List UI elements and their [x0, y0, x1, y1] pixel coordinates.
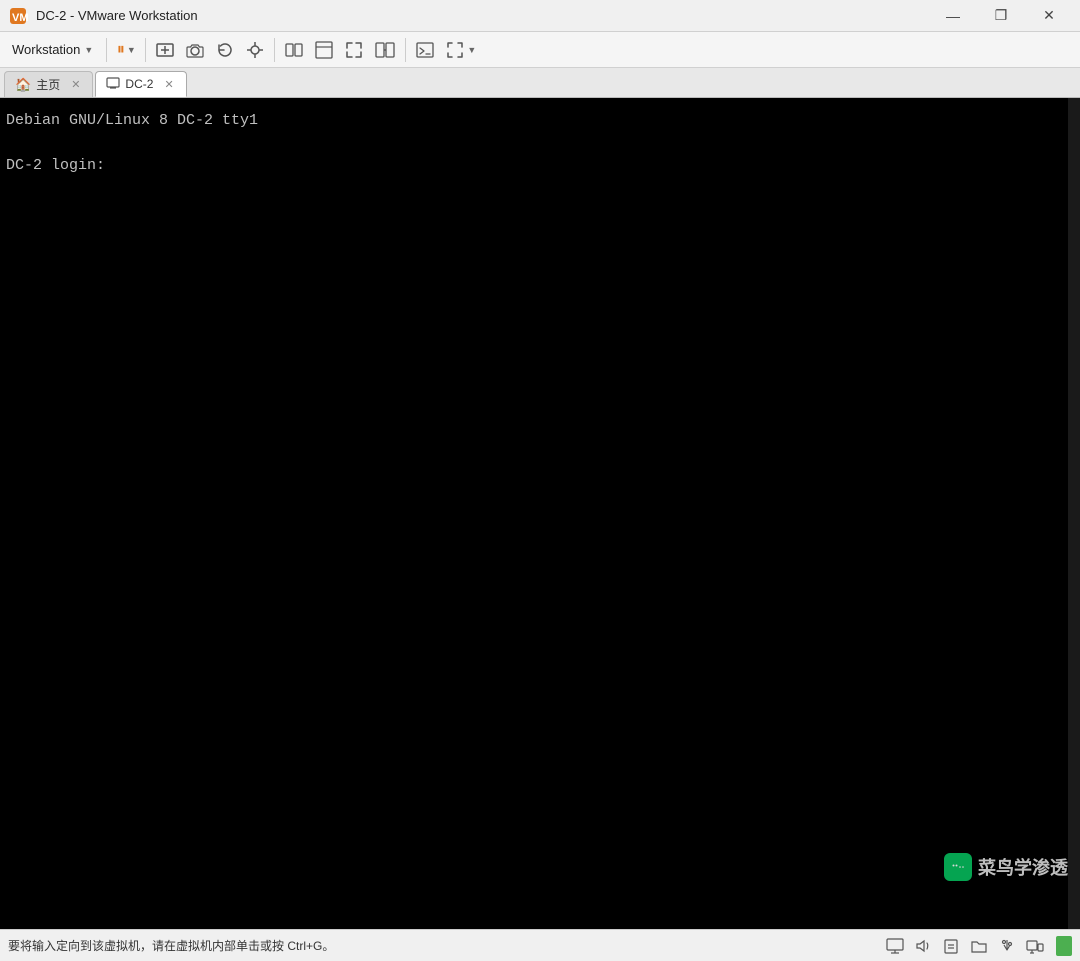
unity-button[interactable]	[310, 36, 338, 64]
toolbar-sep-2	[145, 38, 146, 62]
home-tab-close[interactable]: ✕	[69, 78, 82, 91]
fullscreen-dropdown-arrow: ▼	[467, 45, 476, 55]
minimize-button[interactable]: —	[930, 0, 976, 32]
pause-icon: ⏸	[117, 41, 125, 59]
toolbar-sep-4	[405, 38, 406, 62]
send-ctrl-alt-del-button[interactable]	[151, 36, 179, 64]
status-green-indicator	[1056, 936, 1072, 956]
dc2-tab-icon	[106, 76, 120, 93]
fullscreen-button[interactable]: ▼	[441, 36, 480, 64]
toolbar-sep-1	[106, 38, 107, 62]
watermark-text: 菜鸟学渗透	[978, 854, 1068, 880]
wechat-icon	[944, 853, 972, 881]
snapshot-manager-button[interactable]	[241, 36, 269, 64]
console-scrollbar[interactable]	[1068, 98, 1080, 929]
console-output: Debian GNU/Linux 8 DC-2 tty1 DC-2 login:	[6, 110, 258, 178]
close-button[interactable]: ✕	[1026, 0, 1072, 32]
status-text: 要将输入定向到该虚拟机，请在虚拟机内部单击或按 Ctrl+G。	[8, 937, 884, 954]
view-toggle-button[interactable]	[280, 36, 308, 64]
watermark: 菜鸟学渗透	[944, 853, 1068, 881]
tabs-bar: 🏠 主页 ✕ DC-2 ✕	[0, 68, 1080, 98]
status-icons	[884, 935, 1072, 957]
svg-text:VM: VM	[12, 12, 28, 24]
status-volume-icon	[912, 935, 934, 957]
toolbar: Workstation ▼ ⏸ ▼	[0, 32, 1080, 68]
stretch-button[interactable]	[370, 36, 400, 64]
workstation-dropdown-arrow: ▼	[84, 45, 93, 55]
pause-button[interactable]: ⏸ ▼	[112, 36, 140, 64]
dc2-tab-close[interactable]: ✕	[162, 78, 175, 91]
status-folder-icon	[968, 935, 990, 957]
revert-button[interactable]	[211, 36, 239, 64]
title-bar: VM DC-2 - VMware Workstation — ❐ ✕	[0, 0, 1080, 32]
home-tab-icon: 🏠	[15, 77, 31, 93]
snapshot-button[interactable]	[181, 36, 209, 64]
maximize-button[interactable]: ❐	[978, 0, 1024, 32]
home-tab-label: 主页	[36, 76, 60, 93]
status-devices-icon	[1024, 935, 1046, 957]
vm-console[interactable]: Debian GNU/Linux 8 DC-2 tty1 DC-2 login:…	[0, 98, 1080, 929]
console-line3: DC-2 login:	[6, 157, 114, 174]
tab-dc2[interactable]: DC-2 ✕	[95, 71, 186, 97]
workstation-label: Workstation	[12, 42, 80, 57]
status-bar: 要将输入定向到该虚拟机，请在虚拟机内部单击或按 Ctrl+G。	[0, 929, 1080, 961]
status-monitor-icon	[884, 935, 906, 957]
window-controls: — ❐ ✕	[930, 0, 1072, 32]
status-usb-icon	[996, 935, 1018, 957]
console-line1: Debian GNU/Linux 8 DC-2 tty1	[6, 112, 258, 129]
fit-guest-button[interactable]	[340, 36, 368, 64]
dc2-tab-label: DC-2	[125, 77, 153, 91]
tab-home[interactable]: 🏠 主页 ✕	[4, 71, 93, 97]
workstation-menu[interactable]: Workstation ▼	[4, 36, 101, 64]
status-clipboard-icon	[940, 935, 962, 957]
pause-dropdown-arrow: ▼	[127, 45, 136, 55]
toolbar-sep-3	[274, 38, 275, 62]
app-icon: VM	[8, 6, 28, 26]
terminal-button[interactable]	[411, 36, 439, 64]
window-title: DC-2 - VMware Workstation	[36, 8, 930, 23]
